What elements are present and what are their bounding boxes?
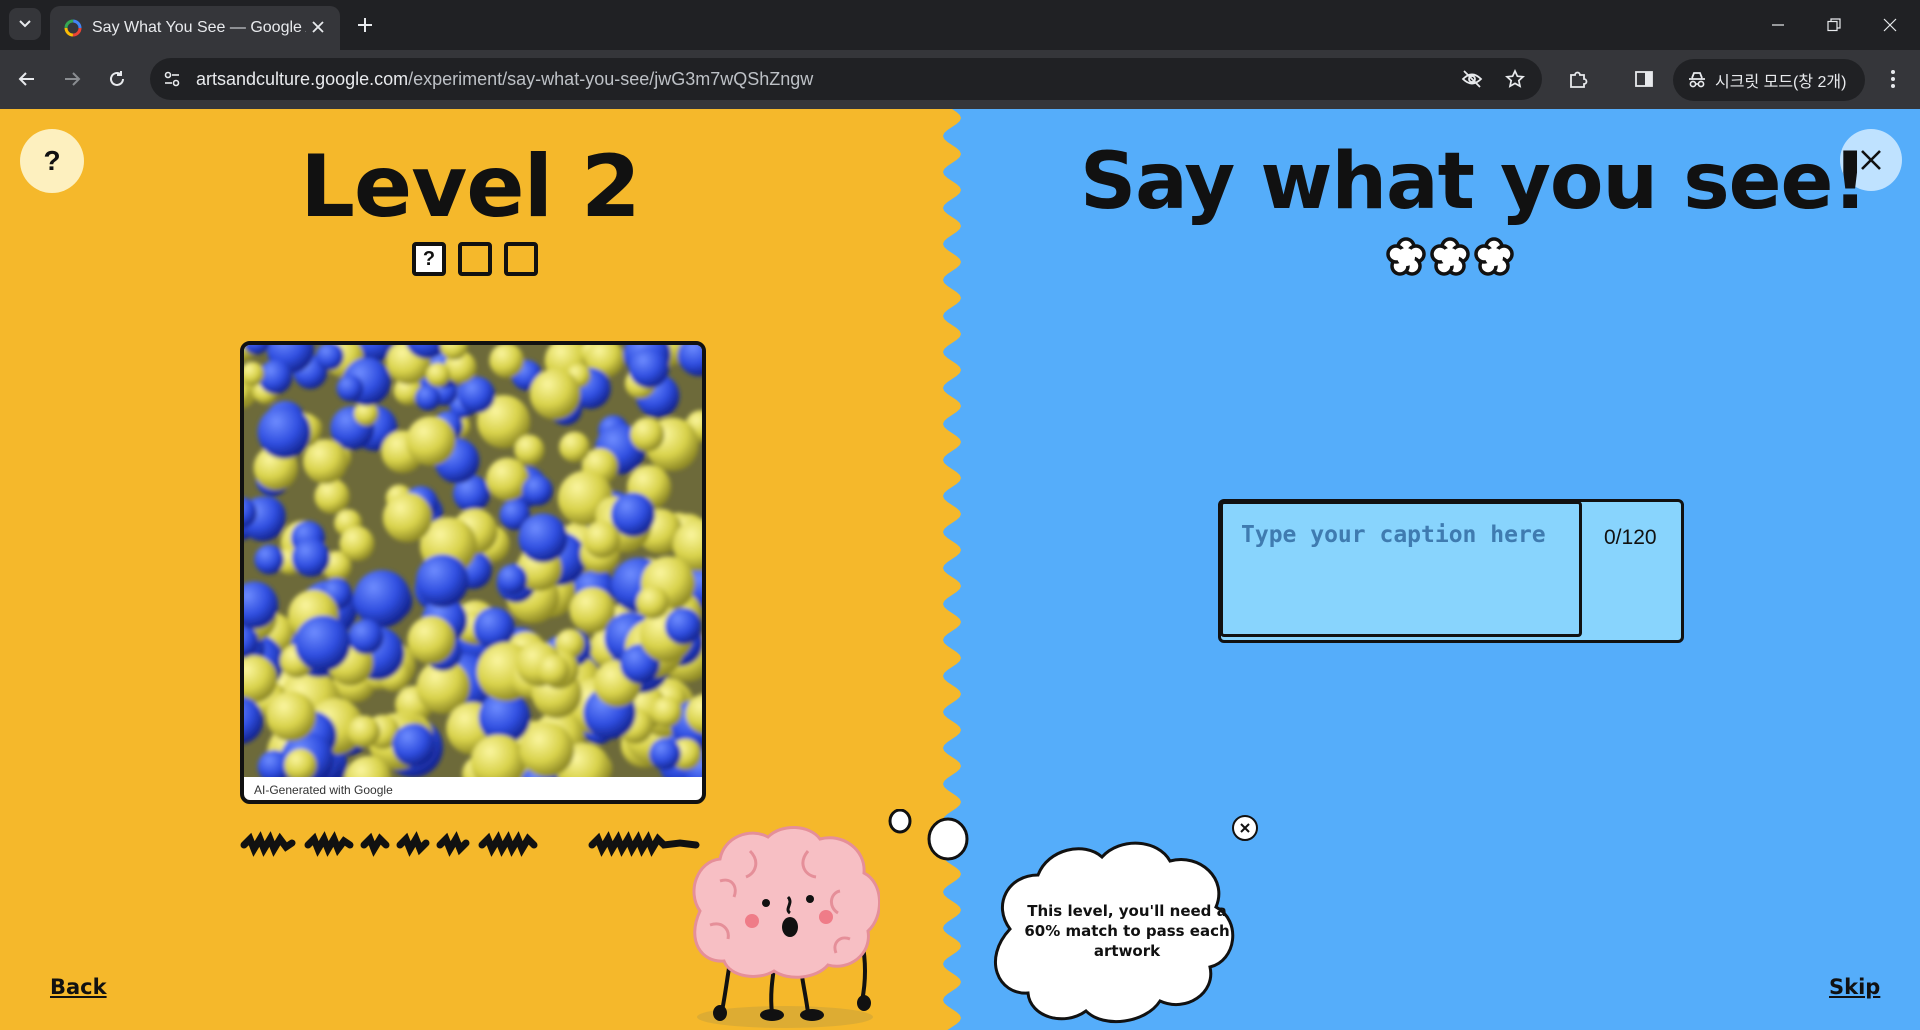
artwork-sphere (314, 478, 350, 514)
tab-title: Say What You See — Google Arts & Culture (92, 19, 306, 36)
flower-icon (1386, 237, 1426, 276)
url-domain: artsandculture.google.com (196, 69, 409, 89)
artwork-sphere (294, 615, 351, 672)
new-tab-button[interactable] (352, 12, 378, 38)
artwork-sphere (649, 738, 682, 770)
tab-search-button[interactable] (9, 8, 41, 40)
artwork-sphere (496, 564, 528, 595)
url-text[interactable]: artsandculture.google.com/experiment/say… (196, 69, 813, 90)
arrow-left-icon (18, 72, 34, 86)
artwork-sphere (486, 457, 530, 501)
artwork-sphere (664, 607, 702, 645)
artwork-frame: AI-Generated with Google (240, 341, 706, 804)
skip-link[interactable]: Skip (1829, 975, 1880, 999)
restore-button[interactable] (1814, 10, 1854, 40)
artwork-sphere (583, 521, 621, 559)
artwork-sphere (339, 526, 375, 562)
url-path: /experiment/say-what-you-see/jwG3m7wQShZ… (408, 69, 814, 89)
artwork-sphere (407, 616, 456, 665)
hint-close-button[interactable] (1232, 815, 1258, 841)
tab-bar: Say What You See — Google Arts & Culture (0, 0, 1920, 50)
artwork-sphere (522, 475, 553, 506)
incognito-label: 시크릿 모드(창 2개) (1715, 74, 1847, 91)
caption-input[interactable] (1220, 501, 1582, 637)
restore-icon (1827, 18, 1841, 32)
bookmark-star-icon[interactable] (1503, 67, 1527, 91)
back-link[interactable]: Back (50, 975, 107, 999)
artwork-sphere (415, 554, 469, 608)
artwork-sphere (630, 417, 665, 452)
close-window-button[interactable] (1870, 10, 1910, 40)
level-title: Level 2 (300, 137, 641, 237)
artwork-sphere (336, 374, 364, 402)
side-panel-icon[interactable] (1628, 63, 1660, 95)
back-nav-button[interactable] (10, 62, 44, 96)
artwork-sphere (348, 715, 381, 748)
flower-icon (1474, 237, 1514, 276)
artwork-sphere (406, 416, 456, 466)
tab-active[interactable]: Say What You See — Google Arts & Culture (50, 6, 340, 50)
progress-box-current: ? (412, 242, 446, 276)
progress-box (458, 242, 492, 276)
character-count: 0/120 (1604, 526, 1657, 549)
arts-culture-favicon-icon (64, 19, 82, 37)
flower-icon (1430, 237, 1470, 276)
artwork-sphere (514, 434, 545, 465)
artwork-sphere (392, 723, 436, 767)
reload-icon (110, 71, 124, 86)
level-progress: ? (412, 242, 538, 276)
artwork-sphere (518, 513, 568, 563)
artwork-sphere (426, 362, 451, 387)
arrow-right-icon (65, 72, 81, 86)
artwork-sphere (266, 691, 317, 742)
minimize-icon (1772, 24, 1784, 26)
chevron-down-icon (19, 20, 31, 28)
minimize-button[interactable] (1758, 10, 1798, 40)
progress-box (504, 242, 538, 276)
artwork-sphere (415, 385, 441, 411)
eye-off-icon[interactable] (1460, 67, 1484, 91)
close-icon (1883, 18, 1897, 32)
close-icon (1240, 823, 1250, 833)
lives-indicator (1386, 237, 1514, 277)
artwork-sphere (254, 544, 285, 575)
artwork-sphere (382, 492, 433, 543)
artwork-sphere (651, 696, 683, 728)
artwork-sphere (636, 586, 670, 619)
artwork-sphere (559, 431, 590, 463)
artwork-caption: AI-Generated with Google (254, 783, 393, 797)
brain-mascot-illustration (692, 825, 880, 1028)
game-title: Say what you see! (1080, 137, 1868, 227)
artwork-sphere (529, 368, 581, 420)
artwork-sphere (628, 347, 670, 389)
incognito-icon (1689, 72, 1705, 88)
artwork-sphere (519, 722, 575, 777)
artwork-sphere (353, 570, 411, 628)
help-button[interactable]: ? (20, 129, 84, 193)
hint-bubble-text: This level, you'll need a 60% match to p… (1024, 902, 1230, 960)
menu-kebab-icon[interactable] (1877, 63, 1909, 95)
artwork-sphere (291, 538, 330, 577)
game-page: ? Level 2 ? AI-Generated with Google Bac… (0, 109, 1920, 1030)
artwork-sphere (348, 619, 384, 655)
incognito-indicator[interactable]: 시크릿 모드(창 2개) (1673, 59, 1865, 101)
site-info-icon[interactable] (160, 67, 184, 91)
reload-button[interactable] (100, 62, 134, 96)
artwork-sphere (257, 405, 311, 459)
address-bar[interactable]: artsandculture.google.com/experiment/say… (150, 58, 1542, 100)
forward-nav-button[interactable] (55, 62, 89, 96)
artwork-image (244, 345, 702, 777)
plus-icon (358, 18, 372, 32)
tab-close-icon[interactable] (308, 17, 328, 37)
browser-toolbar: artsandculture.google.com/experiment/say… (0, 50, 1920, 109)
extensions-icon[interactable] (1562, 63, 1594, 95)
artwork-sphere (537, 654, 570, 687)
scribbled-caption-hint (240, 831, 700, 857)
